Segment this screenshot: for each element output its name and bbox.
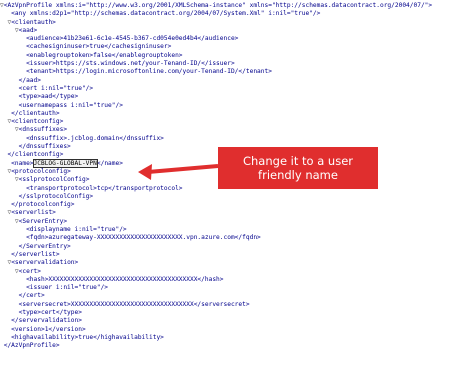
annotation-callout: Change it to a user friendly name — [218, 147, 378, 189]
callout-arrow — [138, 164, 219, 180]
arrow-head — [138, 164, 152, 180]
callout-text: Change it to a user friendly name — [242, 154, 354, 182]
arrow-shaft — [147, 164, 219, 174]
